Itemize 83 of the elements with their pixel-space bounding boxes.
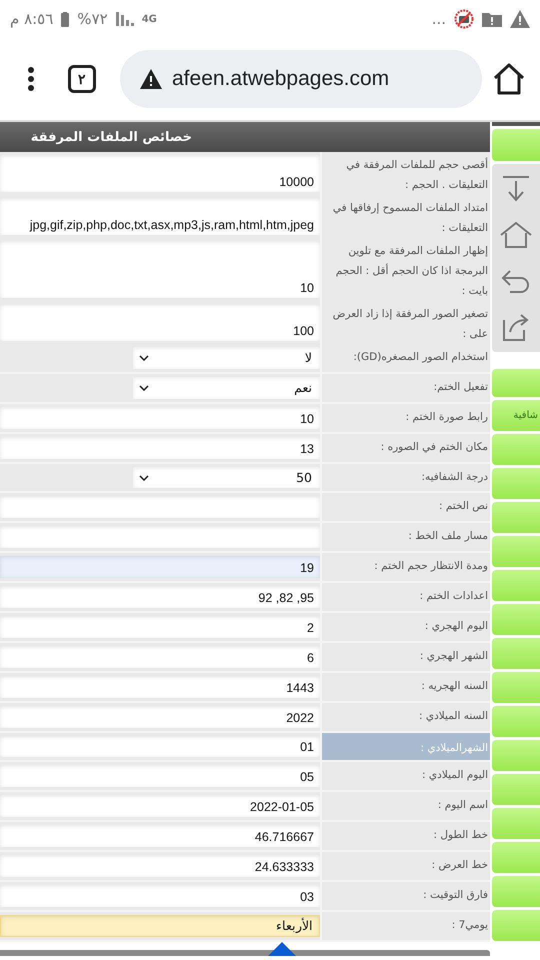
input-field[interactable]: الأربعاء xyxy=(0,914,320,937)
side-tab[interactable]: شافية xyxy=(492,400,540,431)
dropdown[interactable]: نعم xyxy=(133,376,320,399)
field-label: يومي7 : xyxy=(322,912,490,940)
signal-icon xyxy=(116,12,134,26)
section-title: خصائص الملفات المرفقة xyxy=(30,130,192,144)
field-label: فارق التوقيت : xyxy=(322,882,490,910)
battery-icon xyxy=(61,12,70,26)
side-button[interactable] xyxy=(492,638,540,669)
input-field[interactable]: 1443 xyxy=(0,676,320,698)
network-type: 4G xyxy=(142,14,157,24)
field-label: السنه الهجريه : xyxy=(322,672,490,701)
folder-alert-icon xyxy=(482,11,502,27)
input-field[interactable]: 100 xyxy=(0,304,320,341)
field-label: السنه الميلادي : xyxy=(322,702,490,731)
side-button[interactable] xyxy=(492,808,540,839)
chevron-down-icon xyxy=(139,384,149,391)
side-button[interactable] xyxy=(492,672,540,703)
input-field[interactable]: 01 xyxy=(0,736,320,758)
field-label: رابط صورة الختم : xyxy=(322,404,490,432)
side-button[interactable] xyxy=(492,910,540,941)
warning-icon xyxy=(510,10,530,28)
dropdown[interactable]: لا xyxy=(133,347,320,369)
field-label: تفعيل الختم: xyxy=(322,374,490,402)
side-button[interactable] xyxy=(492,774,540,805)
input-field[interactable]: 2 xyxy=(0,616,320,638)
field-label: اليوم الميلادي : xyxy=(322,762,490,790)
side-button[interactable] xyxy=(492,876,540,907)
field-label: امتداد الملفات المسموح إرفاقها في التعليقات : xyxy=(322,195,490,238)
input-field[interactable]: 2022-01-05 xyxy=(0,795,320,818)
field-label: اعدادات الختم : xyxy=(322,583,490,612)
side-button[interactable] xyxy=(492,842,540,873)
field-label: درجة الشفافيه: xyxy=(322,464,490,492)
chevron-down-icon xyxy=(139,354,149,361)
field-label: إظهار الملفات المرفقة مع تلوين البرمجة اذا كان الحجم أقل : الحجم بايت : xyxy=(322,238,490,301)
tab-count-button[interactable]: ٢ xyxy=(68,65,96,93)
field-label: خط العرض : xyxy=(322,852,490,880)
input-field[interactable]: 10 xyxy=(0,406,320,429)
field-label: مكان الختم في الصوره : xyxy=(322,434,490,462)
side-button[interactable] xyxy=(492,706,540,737)
input-field[interactable]: 19 xyxy=(0,556,320,578)
menu-button[interactable] xyxy=(28,67,34,91)
input-field[interactable]: 05 xyxy=(0,765,320,788)
side-button[interactable] xyxy=(492,369,540,397)
input-field[interactable]: 03 xyxy=(0,885,320,907)
field-label: الشهر الهجري : xyxy=(322,642,490,671)
input-field[interactable]: 10000 xyxy=(0,155,320,192)
field-label: استخدام الصور المصغره(GD): xyxy=(322,344,490,372)
input-field[interactable]: 6 xyxy=(0,646,320,668)
input-field[interactable]: 10 xyxy=(0,241,320,298)
side-button[interactable] xyxy=(492,434,540,465)
side-button[interactable] xyxy=(492,604,540,635)
side-button[interactable] xyxy=(492,740,540,771)
input-field[interactable]: 92 ,82 ,95 xyxy=(0,586,320,608)
field-label: نص الختم : xyxy=(322,493,490,522)
camera-blocked-icon xyxy=(454,9,474,29)
input-field[interactable]: 24.633333 xyxy=(0,855,320,878)
input-field[interactable]: 13 xyxy=(0,436,320,459)
dropdown[interactable]: 50 xyxy=(133,466,320,488)
input-field[interactable]: 46.716667 xyxy=(0,825,320,848)
field-label: تصغير الصور المرفقة إذا زاد العرض على : xyxy=(322,301,490,344)
more-notifications: ... xyxy=(432,10,446,28)
side-button[interactable] xyxy=(492,536,540,567)
field-label: خط الطول : xyxy=(322,822,490,850)
field-label: ومدة الانتظار حجم الختم : xyxy=(322,553,490,582)
warning-icon xyxy=(140,69,162,89)
side-button[interactable] xyxy=(492,468,540,499)
field-label: اليوم الهجري : xyxy=(322,613,490,641)
side-button[interactable] xyxy=(492,570,540,601)
input-field[interactable]: 2022 xyxy=(0,706,320,728)
field-label: أقصى حجم للملفات المرفقة في التعليقات . الحجم : xyxy=(322,152,490,195)
battery-percent: %٧٢ xyxy=(77,10,108,28)
side-button[interactable] xyxy=(492,129,540,161)
clock: ٨:٥٦ م xyxy=(10,10,54,28)
field-label: مسار ملف الخط : xyxy=(322,523,490,552)
field-label: الشهرالميلادي : xyxy=(322,732,490,760)
chevron-down-icon xyxy=(139,474,149,480)
input-field[interactable]: jpg,gif,zip,php,doc,txt,asx,mp3,js,ram,html,htm,jpeg xyxy=(0,198,320,235)
address-bar[interactable]: afeen.atwebpages.com xyxy=(120,50,482,108)
home-button[interactable] xyxy=(492,63,526,95)
side-button[interactable] xyxy=(492,502,540,533)
url-text: afeen.atwebpages.com xyxy=(172,67,390,91)
field-label: اسم اليوم : xyxy=(322,792,490,820)
